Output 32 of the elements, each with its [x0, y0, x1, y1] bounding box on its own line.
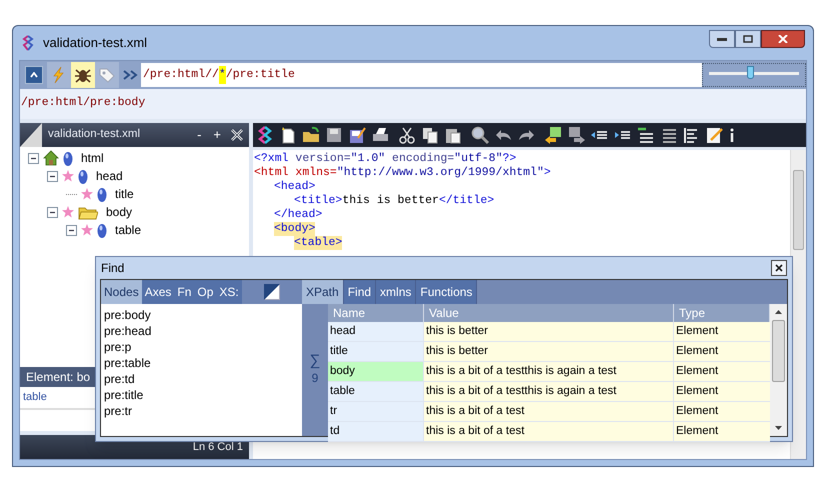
table-cell: this is a bit of a test: [424, 402, 674, 421]
window-title: validation-test.xml: [43, 34, 148, 52]
table-cell: table: [328, 382, 424, 401]
table-cell: this is better: [424, 322, 674, 341]
table-cell: body: [328, 362, 424, 381]
table-cell: this is better: [424, 342, 674, 361]
code-line: <html xmlns="http://www.w3.org/1999/xhtml">: [254, 166, 551, 180]
result-count: 9: [312, 370, 318, 387]
table-cell: Element: [674, 322, 770, 341]
table-cell: this is a bit of a testthis is again a test: [424, 362, 674, 381]
table-cell: title: [328, 342, 424, 361]
code-line: <?xml version="1.0" encoding="utf-8"?>: [254, 152, 516, 166]
table-cell: head: [328, 322, 424, 341]
table-cell: td: [328, 422, 424, 441]
table-cell: Element: [674, 402, 770, 421]
properties-title: Element: bo: [26, 369, 90, 386]
panel-title: validation-test.xml: [48, 127, 140, 142]
table-cell: tr: [328, 402, 424, 421]
table-cell: this is a bit of a testthis is again a test: [424, 382, 674, 401]
current-path: /pre:html/pre:body: [21, 96, 146, 109]
cursor-position: Ln 6 Col 1: [192, 440, 243, 455]
code-line: <title>this is better</title>: [294, 194, 494, 208]
property-cell-text: table: [23, 390, 47, 406]
table-cell: this is a bit of a test: [424, 422, 674, 441]
table-cell: Element: [674, 362, 770, 381]
table-cell: Element: [674, 382, 770, 401]
table-cell: Element: [674, 422, 770, 441]
code-line: <head>: [274, 180, 316, 194]
dialog-title: Find: [101, 260, 124, 277]
table-cell: Element: [674, 342, 770, 361]
sum-symbol: ∑: [310, 353, 320, 369]
code-line: </head>: [274, 208, 322, 222]
